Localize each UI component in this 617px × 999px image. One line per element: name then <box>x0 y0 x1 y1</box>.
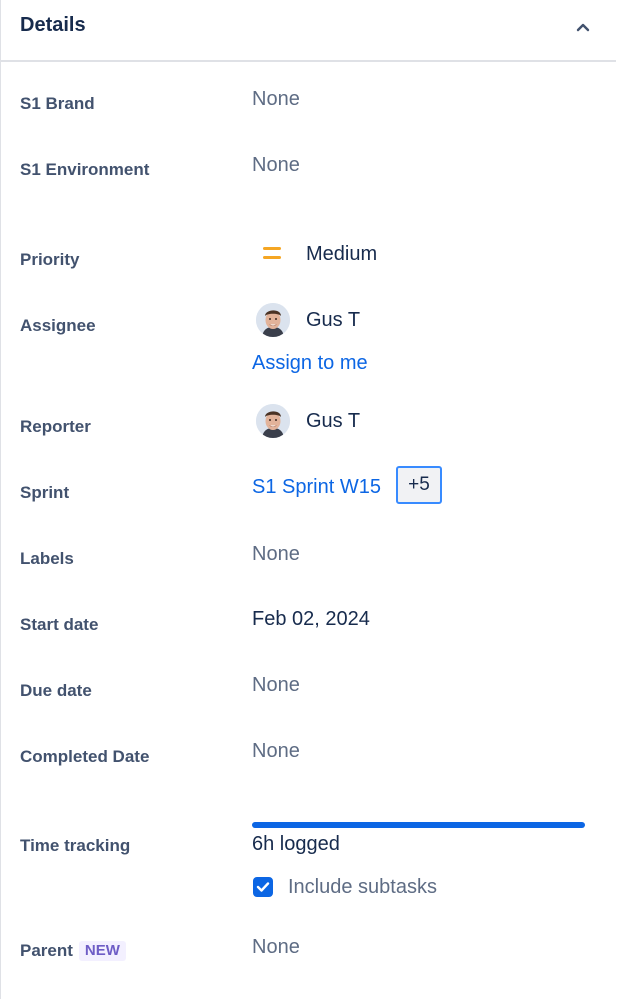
field-value[interactable]: None <box>252 154 300 177</box>
field-value[interactable]: None <box>252 674 300 697</box>
field-label: S1 Environment <box>20 160 150 179</box>
parent-label: Parent <box>20 941 73 960</box>
field-label: Assignee <box>20 316 96 335</box>
field-label: S1 Brand <box>20 94 95 113</box>
assignee-name[interactable]: Gus T <box>306 309 360 332</box>
sprint-link[interactable]: S1 Sprint W15 <box>252 476 381 499</box>
field-label: Start date <box>20 615 99 634</box>
chevron-up-icon[interactable] <box>572 16 594 38</box>
field-label: Reporter <box>20 417 91 436</box>
field-label: Sprint <box>20 483 70 502</box>
field-value[interactable]: None <box>252 88 300 111</box>
field-label: Due date <box>20 681 92 700</box>
field-value[interactable]: None <box>252 543 300 566</box>
field-label: Labels <box>20 549 74 568</box>
field-label: Parent NEW <box>20 941 126 961</box>
field-value[interactable]: None <box>252 936 300 959</box>
field-label: Completed Date <box>20 747 150 766</box>
include-subtasks-label[interactable]: Include subtasks <box>288 876 437 899</box>
priority-medium-icon <box>263 247 281 261</box>
priority-value[interactable]: Medium <box>306 243 377 266</box>
time-logged: 6h logged <box>252 833 340 855</box>
field-label: Priority <box>20 250 80 269</box>
reporter-name[interactable]: Gus T <box>306 410 360 433</box>
sprint-more-button[interactable]: +5 <box>396 466 442 504</box>
field-value[interactable]: None <box>252 740 300 763</box>
details-panel: Details S1 Brand None S1 Environment Non… <box>0 0 616 999</box>
avatar <box>256 404 290 438</box>
assign-to-me-link[interactable]: Assign to me <box>252 352 368 375</box>
time-tracking-progress-bar[interactable] <box>252 822 585 828</box>
new-badge: NEW <box>78 941 126 961</box>
details-title: Details <box>20 14 86 36</box>
checkmark-icon <box>256 882 270 892</box>
field-value[interactable]: Feb 02, 2024 <box>252 608 370 631</box>
include-subtasks-checkbox[interactable] <box>253 877 273 897</box>
details-header[interactable]: Details <box>1 0 616 62</box>
field-label: Time tracking <box>20 836 131 855</box>
avatar <box>256 303 290 337</box>
